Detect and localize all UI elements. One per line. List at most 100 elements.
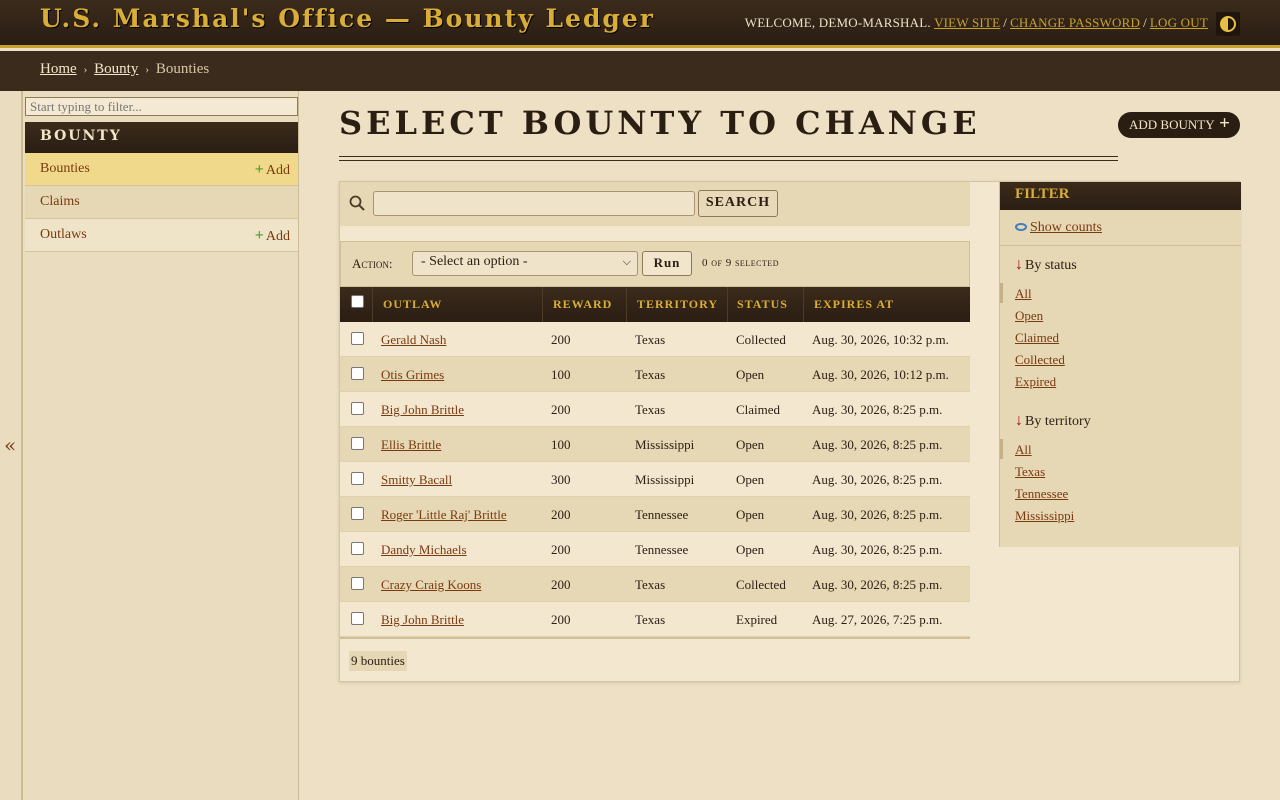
cell-outlaw: Big John Brittle xyxy=(381,402,464,418)
search-icon xyxy=(349,195,365,211)
table-row: Roger 'Little Raj' Brittle 200 Tennessee Op… xyxy=(340,497,970,532)
results-header: Outlaw Reward Territory Status Expires a… xyxy=(340,287,970,322)
cell-reward: 300 xyxy=(551,472,571,487)
breadcrumb-app[interactable]: Bounty xyxy=(94,61,138,77)
sidebar-collapse-toggle[interactable]: « xyxy=(0,91,22,800)
action-label: Action: xyxy=(352,256,393,271)
table-row: Dandy Michaels 200 Tennessee Open Aug. 30, 2… xyxy=(340,532,970,567)
add-bounty-button[interactable]: Add bounty + xyxy=(1118,112,1240,138)
theme-toggle-button[interactable] xyxy=(1216,12,1240,36)
outlaw-link[interactable]: Ellis Brittle xyxy=(381,437,441,452)
row-checkbox[interactable] xyxy=(351,332,364,345)
cell-status: Open xyxy=(736,367,765,382)
show-counts-link[interactable]: Show counts xyxy=(1030,220,1102,235)
column-header-territory[interactable]: Territory xyxy=(627,287,728,322)
changelist: Search Action: - Select an option - ⌵ Ru… xyxy=(339,181,1241,682)
column-header-status[interactable]: Status xyxy=(728,287,804,322)
table-row: Big John Brittle 200 Texas Claimed Aug. 30, … xyxy=(340,392,970,427)
sidebar-item-outlaws: Outlaws + Add xyxy=(25,219,298,252)
add-bounty-link[interactable]: + Add xyxy=(255,161,290,179)
row-checkbox[interactable] xyxy=(351,507,364,520)
table-row: Crazy Craig Koons 200 Texas Collected Aug. 3… xyxy=(340,567,970,602)
filter-panel: Filter Show counts ↓ By status All Open Cla… xyxy=(999,182,1241,547)
cell-territory: Texas xyxy=(635,612,666,627)
cell-expires: Aug. 30, 2026, 10:32 p.m. xyxy=(812,332,949,347)
outlaw-link[interactable]: Crazy Craig Koons xyxy=(381,577,481,592)
filter-status-option-link[interactable]: Expired xyxy=(1015,374,1056,389)
outlaw-link[interactable]: Gerald Nash xyxy=(381,332,446,347)
add-outlaw-link[interactable]: + Add xyxy=(255,227,290,245)
add-label: Add xyxy=(265,163,290,178)
cell-outlaw: Dandy Michaels xyxy=(381,542,467,558)
row-checkbox[interactable] xyxy=(351,577,364,590)
filter-by-status-heading: ↓ By status xyxy=(1015,256,1077,274)
table-row: Smitty Bacall 300 Mississippi Open Aug. 30, … xyxy=(340,462,970,497)
view-site-link[interactable]: View site xyxy=(934,15,1000,30)
action-select-value: - Select an option - xyxy=(421,254,528,269)
filter-territory-option: Tennessee xyxy=(1015,486,1068,502)
log-out-link[interactable]: Log out xyxy=(1150,15,1208,30)
app-caption-bounty[interactable]: Bounty xyxy=(25,122,298,153)
search-button[interactable]: Search xyxy=(698,190,778,217)
filter-status-option-link[interactable]: Collected xyxy=(1015,352,1065,367)
actions-bar: Action: - Select an option - ⌵ Run 0 of … xyxy=(340,241,970,287)
cell-expires: Aug. 30, 2026, 10:12 p.m. xyxy=(812,367,949,382)
nav-filter-input[interactable] xyxy=(25,97,298,116)
outlaw-link[interactable]: Big John Brittle xyxy=(381,402,464,417)
user-tools: Welcome, demo-marshal. View site / Change … xyxy=(745,15,1208,31)
arrow-down-icon: ↓ xyxy=(1015,412,1023,429)
column-header-outlaw[interactable]: Outlaw xyxy=(373,287,543,322)
outlaw-link[interactable]: Dandy Michaels xyxy=(381,542,467,557)
filter-status-option-link[interactable]: Claimed xyxy=(1015,330,1059,345)
cell-expires: Aug. 30, 2026, 8:25 p.m. xyxy=(812,472,943,487)
breadcrumb-home[interactable]: Home xyxy=(40,61,77,77)
outlaw-link[interactable]: Smitty Bacall xyxy=(381,472,452,487)
cell-reward: 200 xyxy=(551,507,571,522)
filter-territory-option-link[interactable]: All xyxy=(1015,442,1032,457)
sidebar-item-label[interactable]: Bounties xyxy=(40,161,90,176)
cell-status: Open xyxy=(736,437,765,452)
filter-heading-label: By status xyxy=(1025,258,1077,273)
filter-status-option: Expired xyxy=(1015,374,1056,390)
cell-outlaw: Crazy Craig Koons xyxy=(381,577,481,593)
nav-sidebar: Bounty Bounties +Add Claims Outlaws +Add xyxy=(22,91,299,800)
row-checkbox[interactable] xyxy=(351,472,364,485)
outlaw-link[interactable]: Big John Brittle xyxy=(381,612,464,627)
cell-territory: Texas xyxy=(635,367,666,382)
cell-expires: Aug. 30, 2026, 8:25 p.m. xyxy=(812,542,943,557)
outlaw-link[interactable]: Roger 'Little Raj' Brittle xyxy=(381,507,507,522)
row-checkbox[interactable] xyxy=(351,402,364,415)
title-divider xyxy=(339,156,1118,161)
filter-status-option-link[interactable]: Open xyxy=(1015,308,1043,323)
filter-territory-option-link[interactable]: Tennessee xyxy=(1015,486,1068,501)
page-title: Select bounty to change xyxy=(339,104,981,142)
search-input[interactable] xyxy=(373,191,695,216)
filter-territory-option-link[interactable]: Mississippi xyxy=(1015,508,1074,523)
filter-divider xyxy=(1000,245,1241,246)
sidebar-item-label[interactable]: Claims xyxy=(40,194,80,209)
cell-reward: 200 xyxy=(551,577,571,592)
column-header-reward[interactable]: Reward xyxy=(543,287,627,322)
row-checkbox[interactable] xyxy=(351,542,364,555)
row-checkbox[interactable] xyxy=(351,367,364,380)
breadcrumb-current: Bounties xyxy=(155,61,210,77)
filter-territory-option: Mississippi xyxy=(1015,508,1074,524)
select-all-checkbox[interactable] xyxy=(351,295,364,308)
double-chevron-left-icon: « xyxy=(4,433,17,457)
change-password-link[interactable]: Change password xyxy=(1010,15,1140,30)
cell-outlaw: Roger 'Little Raj' Brittle xyxy=(381,507,507,523)
column-header-expires[interactable]: Expires at xyxy=(804,287,970,322)
row-checkbox[interactable] xyxy=(351,612,364,625)
filter-territory-option: Texas xyxy=(1015,464,1045,480)
sidebar-item-label[interactable]: Outlaws xyxy=(40,227,87,242)
filter-status-option-link[interactable]: All xyxy=(1015,286,1032,301)
site-header: U.S. Marshal's Office — Bounty Ledger We… xyxy=(0,0,1280,48)
outlaw-link[interactable]: Otis Grimes xyxy=(381,367,444,382)
run-button[interactable]: Run xyxy=(642,251,692,276)
action-select[interactable]: - Select an option - ⌵ xyxy=(412,251,638,276)
filter-status-option: Claimed xyxy=(1015,330,1059,346)
filter-territory-option-link[interactable]: Texas xyxy=(1015,464,1045,479)
cell-expires: Aug. 30, 2026, 8:25 p.m. xyxy=(812,507,943,522)
row-checkbox[interactable] xyxy=(351,437,364,450)
site-brand[interactable]: U.S. Marshal's Office — Bounty Ledger xyxy=(40,4,655,33)
